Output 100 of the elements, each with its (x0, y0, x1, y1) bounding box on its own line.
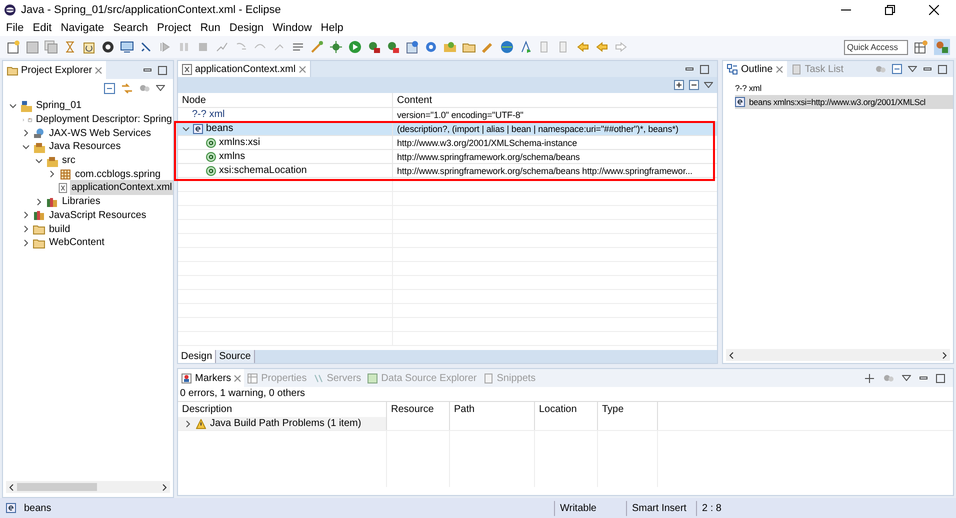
java-perspective-icon[interactable] (934, 39, 950, 55)
scroll-right-icon[interactable] (162, 484, 167, 490)
close-tab-icon[interactable] (234, 374, 242, 382)
maximize-icon[interactable] (936, 374, 945, 382)
pin-icon[interactable] (139, 40, 153, 54)
expand-all-icon[interactable] (674, 80, 684, 90)
tree-item[interactable]: Deployment Descriptor: Spring (34, 112, 173, 128)
view-tab[interactable]: Markers (178, 369, 244, 387)
table-row[interactable]: beans (description?, (import | alias | bean | namespace:uri="##other")*, beans*) (178, 122, 717, 136)
open-folder-icon[interactable] (443, 40, 457, 54)
wand-icon[interactable] (310, 40, 324, 54)
menu-item[interactable]: Navigate (60, 20, 104, 36)
collapsed-chevron-icon[interactable] (48, 170, 56, 178)
tree-item[interactable]: JavaScript Resources (48, 208, 148, 223)
view-menu-icon[interactable] (704, 82, 713, 88)
run-server-icon[interactable] (367, 40, 381, 54)
close-tab-icon[interactable] (95, 66, 102, 74)
project-explorer-tab[interactable]: Project Explorer (3, 61, 106, 79)
column-header[interactable]: Location (535, 402, 598, 417)
new-file-icon[interactable] (6, 40, 20, 54)
tree-item[interactable]: build (48, 222, 72, 237)
collapsed-chevron-icon[interactable] (22, 238, 30, 247)
maximize-icon[interactable] (700, 64, 709, 74)
view-menu-icon[interactable] (908, 66, 917, 72)
menu-item[interactable]: File (6, 20, 24, 36)
editor-tab[interactable]: applicationContext.xml (178, 61, 311, 77)
view-menu-icon[interactable] (156, 85, 165, 91)
tree-item[interactable]: Libraries (61, 194, 102, 210)
table-cell-text: (description?, (import | alias | bean | namespace:uri="##other")*, beans*) (396, 123, 678, 135)
close-tab-icon[interactable] (776, 66, 783, 72)
collapse-all-icon[interactable] (689, 80, 699, 90)
save-all-icon[interactable] (44, 40, 58, 54)
collapsed-chevron-icon[interactable] (35, 198, 43, 206)
back-icon[interactable] (595, 40, 609, 54)
menu-item[interactable]: Search (113, 20, 148, 36)
tree-item[interactable]: src (61, 153, 76, 168)
menu-item[interactable]: Window (272, 20, 312, 36)
tree-item[interactable]: com.ccblogs.spring (74, 166, 162, 182)
minimize-icon[interactable] (923, 64, 932, 74)
element-icon (193, 124, 203, 134)
scroll-left-icon[interactable] (729, 352, 734, 358)
scroll-left-icon[interactable] (9, 484, 14, 490)
column-header[interactable]: Node (178, 93, 393, 107)
column-header[interactable]: Content (393, 93, 717, 107)
minimize-icon[interactable] (143, 66, 152, 74)
table-row[interactable]: xmlns http://www.springframework.org/schema/beans (178, 150, 717, 164)
collapsed-chevron-icon[interactable] (22, 129, 30, 138)
menu-item[interactable]: Edit (32, 20, 52, 36)
view-menu-icon[interactable] (902, 375, 911, 381)
view-tab[interactable]: Outline (723, 61, 787, 77)
bug-icon[interactable] (329, 40, 343, 54)
web-browser-icon[interactable] (500, 40, 514, 54)
scrollbar-thumb[interactable] (17, 483, 97, 491)
build-icon[interactable] (63, 40, 77, 54)
scroll-right-icon[interactable] (942, 352, 947, 358)
collapsed-chevron-icon[interactable] (22, 225, 30, 234)
expanded-chevron-icon[interactable] (9, 102, 17, 110)
status-writable: Writable (554, 500, 626, 516)
page-tab[interactable]: Design (178, 350, 216, 363)
refresh-icon[interactable] (82, 40, 96, 54)
table-row[interactable]: xsi:schemaLocation http://www.springframework.org/schema/beans http://www.springframewor... (178, 164, 717, 178)
menu-item[interactable]: Run (200, 20, 220, 36)
outline-item[interactable]: ?-? xml (735, 81, 953, 95)
focus-icon[interactable] (864, 372, 875, 384)
column-header[interactable]: Resource (387, 402, 450, 417)
node-name: ?-? xml (192, 108, 225, 122)
tree-item[interactable]: WebContent (48, 235, 106, 250)
perspective-icon[interactable] (914, 40, 928, 54)
maximize-icon[interactable] (158, 66, 167, 74)
menu-item[interactable]: Project (156, 20, 192, 36)
tree-item[interactable]: Spring_01 (35, 98, 83, 114)
external-tool-icon[interactable] (386, 40, 400, 54)
folder-icon (33, 236, 45, 249)
menu-item[interactable]: Design (229, 20, 264, 36)
monitor-icon[interactable] (120, 40, 134, 54)
minimize-icon[interactable] (919, 374, 928, 382)
tree-item[interactable]: applicationContext.xml (70, 180, 173, 196)
expanded-chevron-icon[interactable] (182, 124, 190, 132)
new-class-icon[interactable] (405, 40, 419, 54)
expanded-chevron-icon[interactable] (35, 156, 43, 165)
tree-item[interactable]: Java Resources (48, 139, 122, 154)
quick-access-field[interactable]: Quick Access (844, 40, 908, 54)
last-edit-icon[interactable] (576, 40, 590, 54)
collapsed-chevron-icon[interactable] (184, 420, 192, 428)
column-header[interactable]: Path (450, 402, 535, 417)
maximize-icon[interactable] (938, 64, 947, 74)
tree-item[interactable]: JAX-WS Web Services (48, 126, 152, 141)
run-icon[interactable] (348, 40, 362, 54)
minimize-icon[interactable] (685, 64, 694, 74)
page-tab[interactable]: Source (216, 350, 255, 363)
table-row[interactable]: xmlns:xsi http://www.w3.org/2001/XMLSchema-instance (178, 136, 717, 150)
expanded-chevron-icon[interactable] (22, 142, 30, 151)
close-tab-icon[interactable] (298, 66, 306, 72)
menu-item[interactable]: Help (320, 20, 344, 36)
collapsed-chevron-icon[interactable] (22, 211, 30, 220)
link-icon[interactable] (121, 82, 133, 94)
column-header[interactable]: Type (598, 402, 658, 417)
save-icon[interactable] (25, 40, 39, 54)
element-icon (735, 97, 745, 107)
outline-item[interactable]: beans xmlns:xsi=http://www.w3.org/2001/XMLScl (735, 95, 953, 109)
